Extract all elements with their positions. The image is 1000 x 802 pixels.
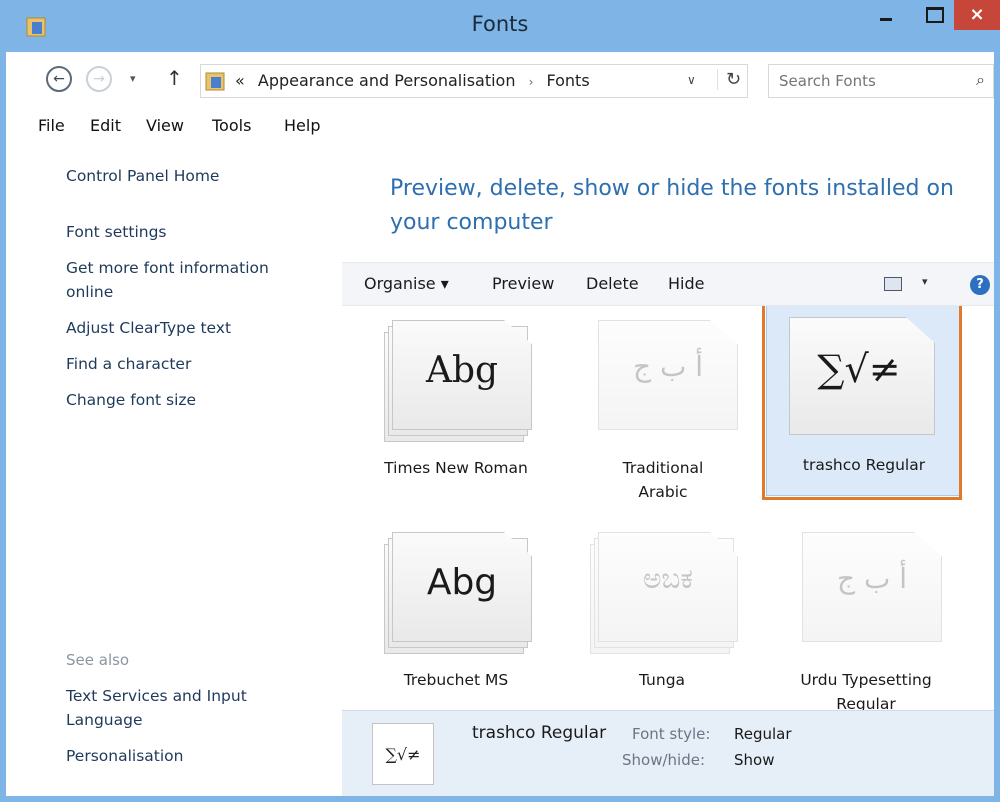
font-sample: أ ب ج	[836, 562, 907, 595]
show-hide-label: Show/hide:	[622, 751, 706, 769]
font-file-icon: Abg	[384, 532, 534, 654]
see-also-heading: See also	[66, 651, 130, 669]
menu-view[interactable]: View	[146, 116, 184, 135]
font-file-icon: أ ب ج	[794, 532, 944, 654]
font-style-value: Regular	[734, 725, 792, 743]
breadcrumb-item-fonts[interactable]: Fonts	[546, 71, 589, 90]
menu-help[interactable]: Help	[284, 116, 320, 135]
search-icon[interactable]: ⌕	[976, 70, 985, 90]
font-file-icon: ∑√≠	[781, 317, 935, 439]
font-file-icon: أ ب ج	[590, 320, 740, 442]
details-pane: ∑√≠ trashco Regular Font style: Regular …	[342, 710, 994, 796]
font-item-urdu-typesetting[interactable]: أ ب ج Urdu Typesetting Regular	[766, 518, 966, 710]
font-file-icon: Abg	[384, 320, 534, 442]
link-find-character[interactable]: Find a character	[66, 352, 191, 376]
change-view-icon[interactable]	[884, 277, 902, 291]
refresh-button[interactable]: ↻	[717, 69, 741, 90]
breadcrumb: « Appearance and Personalisation › Fonts	[235, 71, 590, 90]
menu-tools[interactable]: Tools	[212, 116, 251, 135]
font-style-label: Font style:	[632, 725, 711, 743]
font-sample: ∑√≠	[817, 347, 901, 391]
font-item-trashco-regular[interactable]: ∑√≠ trashco Regular	[766, 306, 960, 496]
font-sample: Abg	[425, 350, 499, 391]
font-sample: ಅಬಕ	[642, 562, 693, 595]
menu-bar: File Edit View Tools Help	[6, 108, 994, 144]
font-name: trashco Regular	[802, 456, 926, 474]
font-name: Urdu Typesetting Regular	[800, 671, 932, 710]
link-font-settings[interactable]: Font settings	[66, 220, 167, 244]
hide-button[interactable]: Hide	[668, 274, 704, 293]
control-panel-icon	[205, 72, 225, 91]
window-title: Fonts	[471, 12, 529, 36]
command-bar: Organise ▾ Preview Delete Hide ▾ ?	[342, 262, 994, 306]
link-change-font-size[interactable]: Change font size	[66, 388, 196, 412]
recent-locations-button[interactable]: ▾	[130, 72, 136, 85]
font-item-traditional-arabic[interactable]: أ ب ج Traditional Arabic	[562, 306, 762, 506]
breadcrumb-overflow[interactable]: «	[235, 71, 245, 90]
left-navigation-pane: Control Panel Home Font settings Get mor…	[6, 144, 336, 796]
font-item-tunga[interactable]: ಅಬಕ Tunga	[562, 518, 762, 710]
breadcrumb-item-appearance[interactable]: Appearance and Personalisation	[258, 71, 516, 90]
address-dropdown-button[interactable]: ∨	[687, 73, 696, 87]
search-box[interactable]: ⌕	[768, 64, 994, 98]
font-list: Abg Times New Roman أ ب ج Traditional Ar…	[342, 306, 994, 710]
forward-button[interactable]: →	[86, 66, 112, 92]
font-name: Traditional Arabic	[622, 459, 704, 501]
menu-edit[interactable]: Edit	[90, 116, 121, 135]
link-personalisation[interactable]: Personalisation	[66, 744, 183, 768]
up-button[interactable]: ↑	[166, 66, 183, 90]
font-item-trebuchet-ms[interactable]: Abg Trebuchet MS	[356, 518, 556, 710]
organise-button[interactable]: Organise ▾	[364, 274, 449, 293]
link-text-services[interactable]: Text Services and Input Language	[66, 684, 286, 732]
font-file-icon: ಅಬಕ	[590, 532, 740, 654]
navigation-bar: ← → ▾ ↑ « Appearance and Personalisation…	[6, 52, 994, 108]
help-icon[interactable]: ?	[970, 275, 990, 295]
address-bar[interactable]: « Appearance and Personalisation › Fonts…	[200, 64, 748, 98]
selected-font-thumbnail: ∑√≠	[372, 723, 434, 785]
font-name: Times New Roman	[384, 459, 528, 477]
maximize-button[interactable]	[914, 0, 954, 30]
link-more-font-information[interactable]: Get more font information online	[66, 256, 306, 304]
font-sample: أ ب ج	[632, 350, 703, 383]
font-sample: Abg	[426, 562, 498, 603]
view-options-dropdown[interactable]: ▾	[922, 275, 928, 288]
minimize-button[interactable]	[866, 0, 906, 30]
close-button[interactable]: ×	[954, 0, 1000, 30]
link-control-panel-home[interactable]: Control Panel Home	[66, 164, 219, 188]
preview-button[interactable]: Preview	[492, 274, 554, 293]
menu-file[interactable]: File	[38, 116, 65, 135]
search-input[interactable]	[779, 70, 949, 92]
page-heading: Preview, delete, show or hide the fonts …	[390, 176, 954, 235]
font-name: Trebuchet MS	[403, 671, 509, 689]
breadcrumb-separator[interactable]: ›	[529, 75, 534, 89]
link-adjust-cleartype[interactable]: Adjust ClearType text	[66, 316, 231, 340]
title-bar: Fonts ×	[6, 0, 1000, 52]
fonts-window: Fonts × ← → ▾ ↑ « Appearance and Persona…	[0, 0, 1000, 802]
font-name: Tunga	[638, 671, 686, 689]
back-button[interactable]: ←	[46, 66, 72, 92]
selected-font-name: trashco Regular	[472, 723, 607, 743]
delete-button[interactable]: Delete	[586, 274, 639, 293]
show-hide-value: Show	[734, 751, 775, 769]
font-item-times-new-roman[interactable]: Abg Times New Roman	[356, 306, 556, 506]
